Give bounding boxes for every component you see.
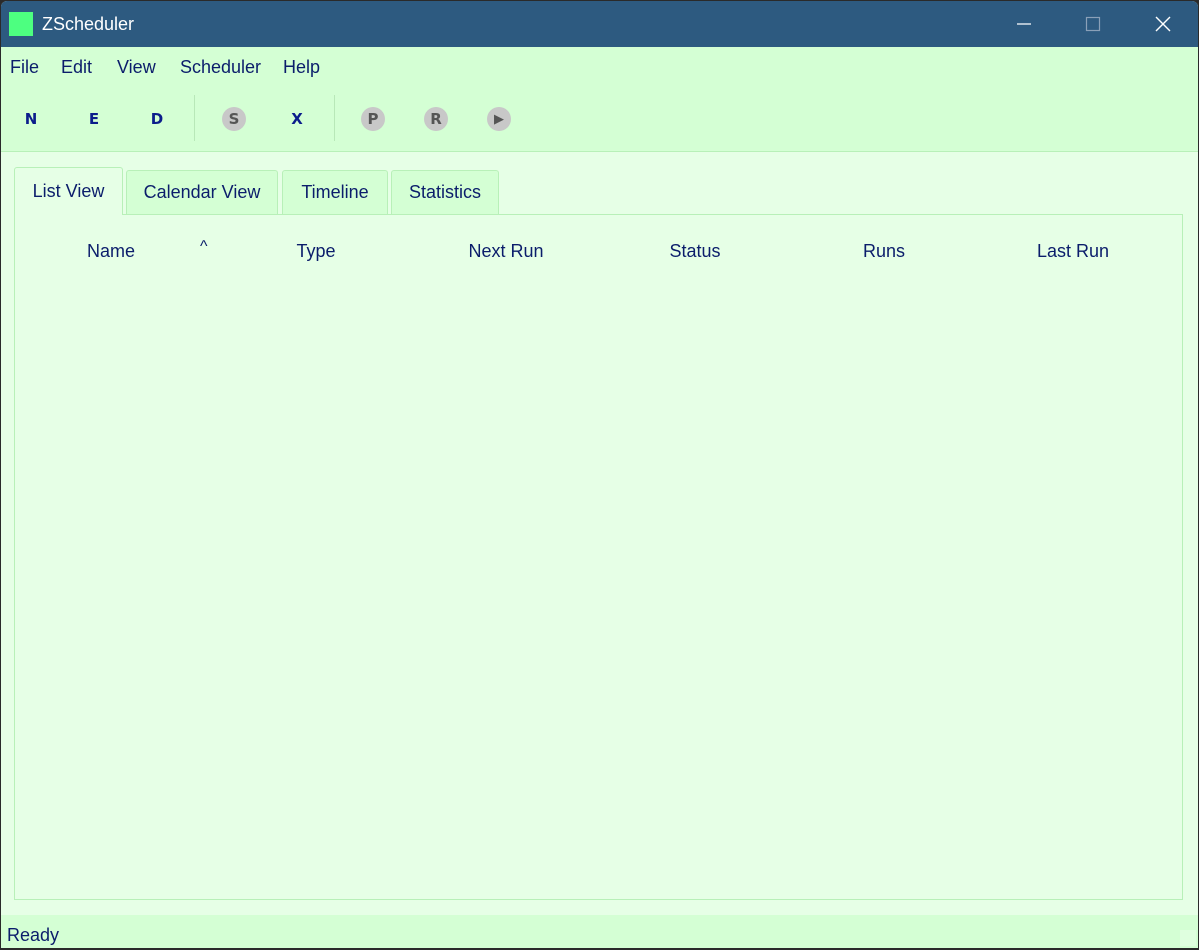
menu-file[interactable]: File: [10, 56, 39, 78]
tab-calendar-view[interactable]: Calendar View: [126, 170, 278, 214]
run-now-button[interactable]: ▶: [485, 105, 513, 133]
close-icon: [1155, 16, 1171, 32]
tab-list-view[interactable]: List View: [14, 167, 123, 215]
column-header-type[interactable]: Type: [296, 240, 335, 262]
stop-label: X: [291, 110, 303, 128]
stop-scheduler-button[interactable]: X: [283, 105, 311, 133]
column-header-status[interactable]: Status: [669, 240, 720, 262]
resize-grip[interactable]: [1180, 930, 1196, 946]
resume-button[interactable]: R: [422, 105, 450, 133]
maximize-icon: [1085, 16, 1101, 32]
sort-ascending-icon: ^: [200, 238, 208, 255]
delete-task-label: D: [150, 110, 164, 128]
resume-label: R: [430, 110, 442, 128]
app-window: ZScheduler File Edit View Scheduler Help…: [1, 1, 1198, 948]
window-title: ZScheduler: [42, 14, 135, 34]
close-button[interactable]: [1128, 1, 1198, 47]
status-text: Ready: [7, 925, 60, 945]
menu-help[interactable]: Help: [283, 56, 320, 78]
delete-task-button[interactable]: D: [143, 105, 171, 133]
column-header-next-run[interactable]: Next Run: [468, 240, 543, 262]
start-scheduler-button[interactable]: S: [220, 105, 248, 133]
tab-statistics[interactable]: Statistics: [391, 170, 499, 214]
pause-label: P: [367, 110, 379, 128]
play-icon: ▶: [494, 111, 504, 127]
column-header-name[interactable]: Name: [87, 240, 135, 262]
new-task-label: N: [24, 110, 38, 128]
tab-timeline[interactable]: Timeline: [282, 170, 388, 214]
app-icon: [9, 12, 33, 36]
new-task-button[interactable]: N: [17, 105, 45, 133]
maximize-button[interactable]: [1058, 1, 1128, 47]
menu-edit[interactable]: Edit: [61, 56, 92, 78]
toolbar-separator: [194, 95, 195, 141]
task-list-panel: Name ^ Type Next Run Status Runs Last Ru…: [14, 214, 1183, 900]
minimize-icon: [1017, 23, 1031, 25]
minimize-button[interactable]: [989, 1, 1059, 47]
edit-task-label: E: [88, 110, 100, 128]
menu-bar: File Edit View Scheduler Help: [1, 47, 1198, 85]
toolbar-separator: [334, 95, 335, 141]
toolbar: N E D S X P R ▶: [1, 85, 1198, 152]
edit-task-button[interactable]: E: [80, 105, 108, 133]
status-bar: Ready: [1, 915, 1198, 948]
menu-view[interactable]: View: [117, 56, 156, 78]
start-label: S: [228, 110, 240, 128]
column-header-runs[interactable]: Runs: [863, 240, 905, 262]
pause-button[interactable]: P: [359, 105, 387, 133]
column-header-last-run[interactable]: Last Run: [1037, 240, 1109, 262]
menu-scheduler[interactable]: Scheduler: [180, 56, 261, 78]
title-bar[interactable]: ZScheduler: [1, 1, 1198, 47]
